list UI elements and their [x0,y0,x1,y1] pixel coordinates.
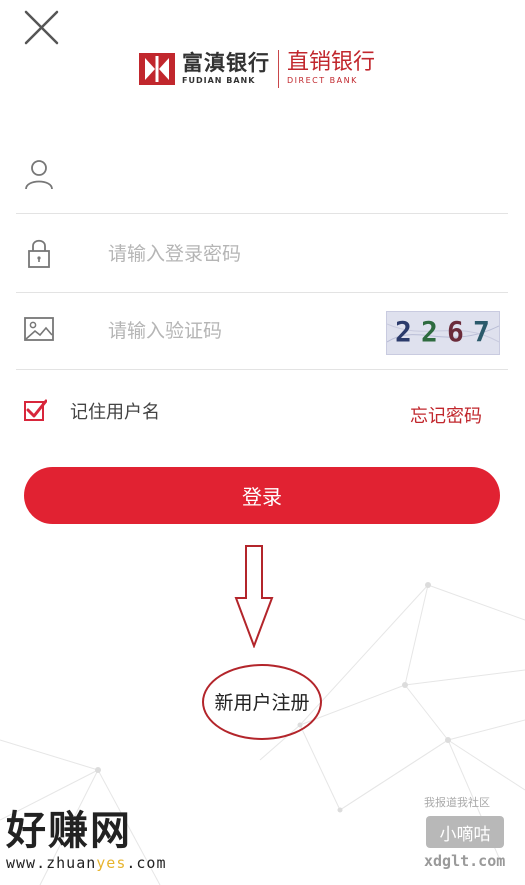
bank-logo: 富滇银行 FUDIAN BANK 直销银行 DIRECT BANK [138,46,375,92]
lock-icon [28,239,50,268]
logo-divider [278,50,279,88]
xdglt-watermark-url: xdglt.com [424,852,506,870]
remember-username[interactable]: 记住用户名 [24,398,160,424]
bank-name-en: FUDIAN BANK [182,76,256,85]
zhuanyes-watermark: 好赚网 www.zhuanyes.com [6,808,167,872]
image-icon [24,317,54,341]
watermark-title: 好赚网 [6,808,132,854]
watermark-url-prefix: www.zhuan [6,854,97,872]
remember-label: 记住用户名 [70,402,160,423]
register-link[interactable]: 新用户注册 [202,664,322,738]
captcha-input[interactable] [108,316,368,346]
direct-bank-en: DIRECT BANK [287,76,358,85]
fudian-logo-icon [139,53,175,85]
close-button[interactable] [22,8,62,48]
close-icon [24,10,59,45]
direct-bank-cn: 直销银行 [287,50,376,75]
password-row [16,214,508,293]
password-input[interactable] [108,239,368,269]
username-row [16,135,508,214]
remember-checkbox[interactable] [24,399,47,421]
captcha-char-2: 2 [421,315,438,348]
watermark-url-highlight: yes [96,854,127,872]
forgot-password-link[interactable]: 忘记密码 [410,402,482,428]
captcha-char-3: 6 [447,315,464,348]
login-button[interactable]: 登录 [24,467,500,524]
watermark-url-suffix: .com [126,854,167,872]
captcha-char-4: 7 [473,315,490,348]
checkmark-icon [26,399,47,418]
xdglt-watermark-slogan: 我报道我社区 [424,796,490,809]
username-input[interactable] [108,160,368,190]
captcha-row: 2 2 6 7 [16,291,508,370]
captcha-char-1: 2 [395,315,412,348]
new-user-register[interactable]: 新用户注册 [202,664,322,740]
user-icon [25,160,53,190]
watermark-url: www.zhuanyes.com [6,854,167,872]
bank-name-cn: 富滇银行 [182,50,270,75]
down-arrow-annotation [234,545,274,648]
xdglt-watermark-name: 小嘀咕 [426,816,504,848]
captcha-image[interactable]: 2 2 6 7 [386,311,500,355]
